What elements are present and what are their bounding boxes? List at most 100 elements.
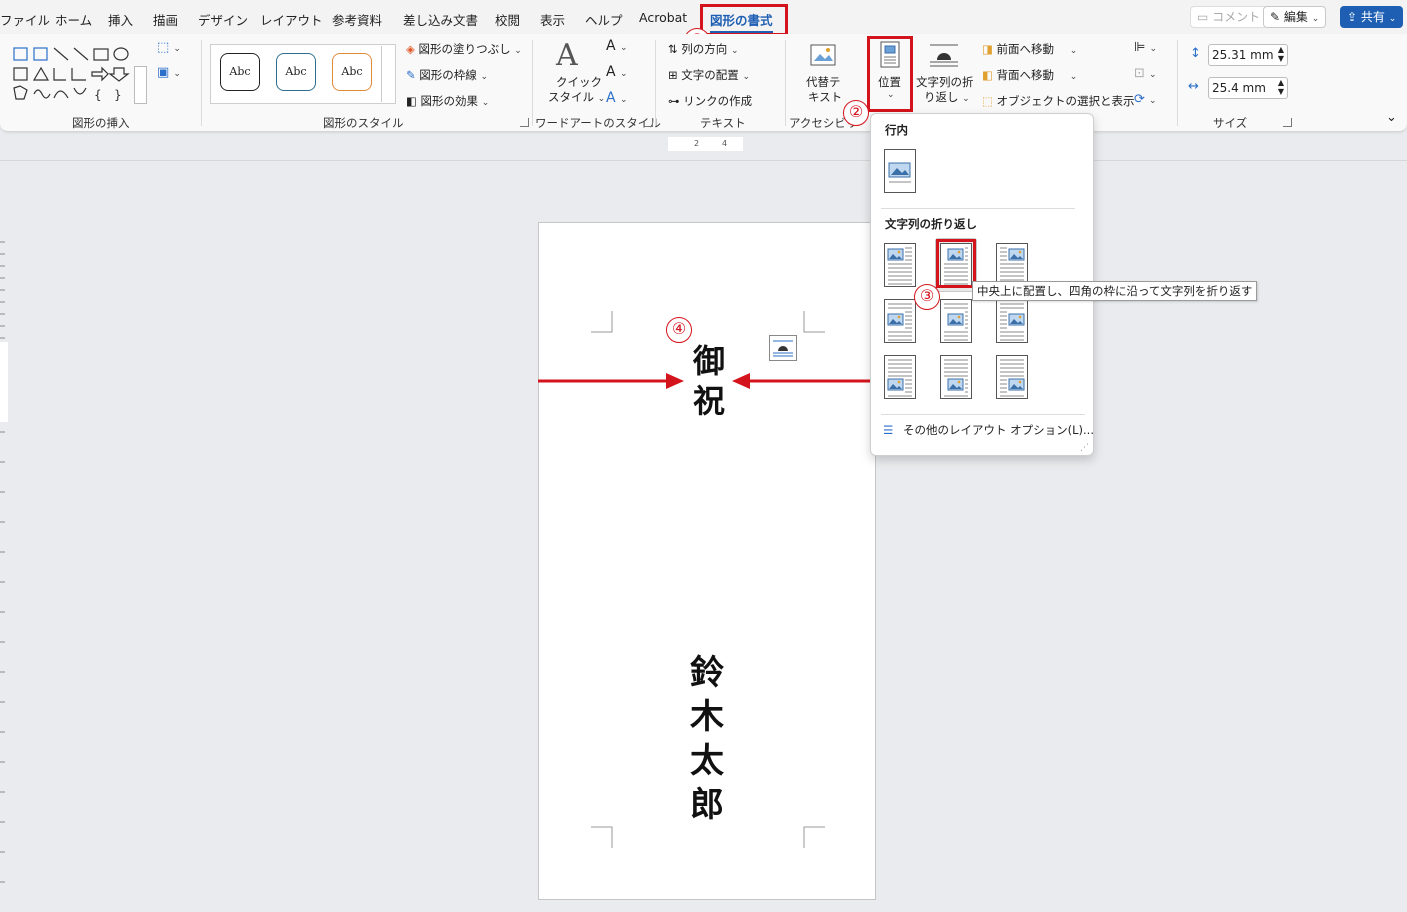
text-align-button[interactable]: ⊞ 文字の配置 ⌄ — [668, 67, 750, 83]
wrap-position-grid — [871, 114, 1095, 414]
name-char: 太 — [690, 741, 724, 781]
vertical-ruler[interactable] — [0, 222, 8, 912]
group-label-shape-insert: 図形の挿入 — [72, 116, 130, 130]
shape-height-input[interactable]: 25.31 mm ▲ ▼ — [1208, 44, 1288, 66]
shape-gallery-scroll[interactable] — [134, 66, 147, 104]
group-label-text: テキスト — [700, 116, 746, 130]
share-button[interactable]: ⇪ 共有 ⌄ — [1340, 6, 1404, 28]
quick-style-label-2[interactable]: スタイル ⌄ — [548, 89, 605, 105]
ribbon-separator — [785, 40, 786, 126]
alt-text-label-2[interactable]: キスト — [808, 89, 842, 105]
tab-layout[interactable]: レイアウト — [260, 10, 323, 29]
text-direction-icon: ⇅ — [668, 42, 678, 56]
ribbon-separator — [655, 40, 656, 126]
shape-width-input[interactable]: 25.4 mm ▲ ▼ — [1208, 77, 1288, 99]
shape-effects-icon: ◧ — [406, 94, 417, 108]
more-layout-options-item[interactable]: ☰ その他のレイアウト オプション(L)... — [883, 422, 1094, 438]
group-label-wordart: ワードアートのスタイル — [535, 116, 661, 130]
wrap-position-middle-center[interactable] — [940, 299, 972, 343]
crop-mark-top-right — [803, 311, 825, 333]
text-outline-icon[interactable]: A ⌄ — [606, 64, 628, 80]
tab-draw[interactable]: 描画 — [153, 10, 178, 29]
comment-icon: ▭ — [1197, 10, 1209, 24]
width-spinner-icon[interactable]: ▲ ▼ — [1278, 78, 1284, 96]
shape-style-preset-1[interactable]: Abc — [220, 53, 260, 91]
layout-options-icon[interactable] — [769, 335, 797, 361]
name-char: 鈴 — [690, 653, 724, 693]
wrap-position-middle-right[interactable] — [996, 299, 1028, 343]
shape-style-preset-3[interactable]: Abc — [332, 53, 372, 91]
selection-pane-button[interactable]: ⬚ オブジェクトの選択と表示 — [982, 93, 1135, 109]
step4-marker: ④ — [666, 317, 692, 343]
svg-text:}: } — [114, 88, 122, 102]
edit-mode-button[interactable]: ✎ 編集 ⌄ — [1263, 6, 1327, 28]
wrap-text-label-1[interactable]: 文字列の折 — [916, 74, 974, 90]
shape-fill-button[interactable]: ◈ 図形の塗りつぶし ⌄ — [406, 41, 522, 57]
shape-styles-launcher-icon[interactable] — [520, 118, 529, 127]
tab-insert[interactable]: 挿入 — [108, 10, 133, 29]
shape-style-preset-2[interactable]: Abc — [276, 53, 316, 91]
ribbon-separator — [1177, 40, 1178, 126]
wrap-option-tooltip: 中央上に配置し、四角の枠に沿って文字列を折り返す — [972, 281, 1258, 301]
wrap-text-label-2[interactable]: り返し ⌄ — [924, 89, 970, 105]
alt-text-icon[interactable] — [808, 42, 838, 70]
step2-marker: ② — [843, 100, 869, 126]
quick-style-icon[interactable]: A — [556, 38, 578, 73]
alt-text-label-1[interactable]: 代替テ — [806, 74, 841, 90]
shape-effects-button[interactable]: ◧ 図形の効果 ⌄ — [406, 93, 489, 109]
shape-outline-button[interactable]: ✎ 図形の枠線 ⌄ — [406, 67, 488, 83]
pen-outline-icon: ✎ — [406, 68, 416, 82]
step3-marker: ③ — [914, 284, 940, 310]
tab-review[interactable]: 校閲 — [495, 10, 520, 29]
tab-acrobat[interactable]: Acrobat — [639, 10, 687, 25]
tab-help[interactable]: ヘルプ — [585, 10, 623, 29]
send-backward-button[interactable]: ◧ 背面へ移動 ⌄ — [982, 67, 1077, 83]
tab-references[interactable]: 参考資料 — [332, 10, 382, 29]
tab-design[interactable]: デザイン — [198, 10, 248, 29]
wrap-text-icon[interactable] — [928, 40, 960, 70]
create-link-button[interactable]: ⊶ リンクの作成 — [668, 93, 752, 109]
group-icon[interactable]: ⊡ ⌄ — [1134, 66, 1157, 81]
name-char: 郎 — [690, 785, 724, 825]
document-name-text[interactable]: 鈴 木 太 郎 — [681, 651, 733, 827]
edit-shape-icon[interactable]: ⬚ ⌄ — [157, 40, 181, 55]
quick-style-label-1[interactable]: クイック — [556, 74, 602, 90]
collapse-ribbon-icon[interactable]: ⌄ — [1386, 110, 1397, 125]
text-effects-icon[interactable]: A ⌄ — [606, 90, 628, 106]
comment-button[interactable]: ▭ コメント — [1190, 6, 1268, 28]
bring-forward-button[interactable]: ◨ 前面へ移動 ⌄ — [982, 41, 1077, 57]
shape-gallery[interactable]: {} — [10, 44, 135, 106]
wrap-position-bottom-right[interactable] — [996, 355, 1028, 399]
paint-bucket-icon: ◈ — [406, 42, 415, 56]
group-label-size: サイズ — [1213, 116, 1248, 130]
wrap-position-bottom-center[interactable] — [940, 355, 972, 399]
tab-view[interactable]: 表示 — [540, 10, 565, 29]
size-launcher-icon[interactable] — [1283, 118, 1292, 127]
ribbon-separator — [532, 40, 533, 126]
text-direction-button[interactable]: ⇅ 列の方向 ⌄ — [668, 41, 739, 57]
wordart-launcher-icon[interactable] — [644, 118, 653, 127]
ribbon-separator — [201, 40, 202, 126]
tab-file[interactable]: ファイル — [0, 10, 50, 29]
height-spinner-icon[interactable]: ▲ ▼ — [1278, 45, 1284, 63]
rotate-icon[interactable]: ⟳ ⌄ — [1134, 92, 1157, 107]
resize-grip-icon[interactable]: ⋰ — [1080, 443, 1089, 453]
dropdown-divider — [881, 414, 1085, 415]
tab-home[interactable]: ホーム — [55, 10, 92, 29]
chevron-down-icon: ⌄ — [1388, 14, 1397, 24]
document-page[interactable]: 御 祝 鈴 木 太 郎 — [538, 222, 876, 900]
shape-style-gallery-scroll[interactable] — [381, 46, 394, 102]
align-icon[interactable]: ⊫ ⌄ — [1134, 40, 1157, 55]
pencil-icon: ✎ — [1270, 10, 1281, 24]
text-fill-icon[interactable]: A ⌄ — [606, 38, 628, 54]
wrap-position-bottom-left[interactable] — [884, 355, 916, 399]
text-box-icon[interactable]: ▣ ⌄ — [157, 65, 181, 80]
step2-highlight — [867, 36, 913, 112]
wrap-position-top-left[interactable] — [884, 243, 916, 287]
tab-mailings[interactable]: 差し込み文書 — [403, 10, 478, 29]
wrap-position-middle-left[interactable] — [884, 299, 916, 343]
step3-highlight — [936, 239, 976, 288]
chevron-down-icon: ⌄ — [1311, 14, 1320, 24]
horizontal-ruler[interactable]: 2 4 — [668, 137, 743, 151]
ruler-tick-label: 4 — [722, 139, 728, 148]
